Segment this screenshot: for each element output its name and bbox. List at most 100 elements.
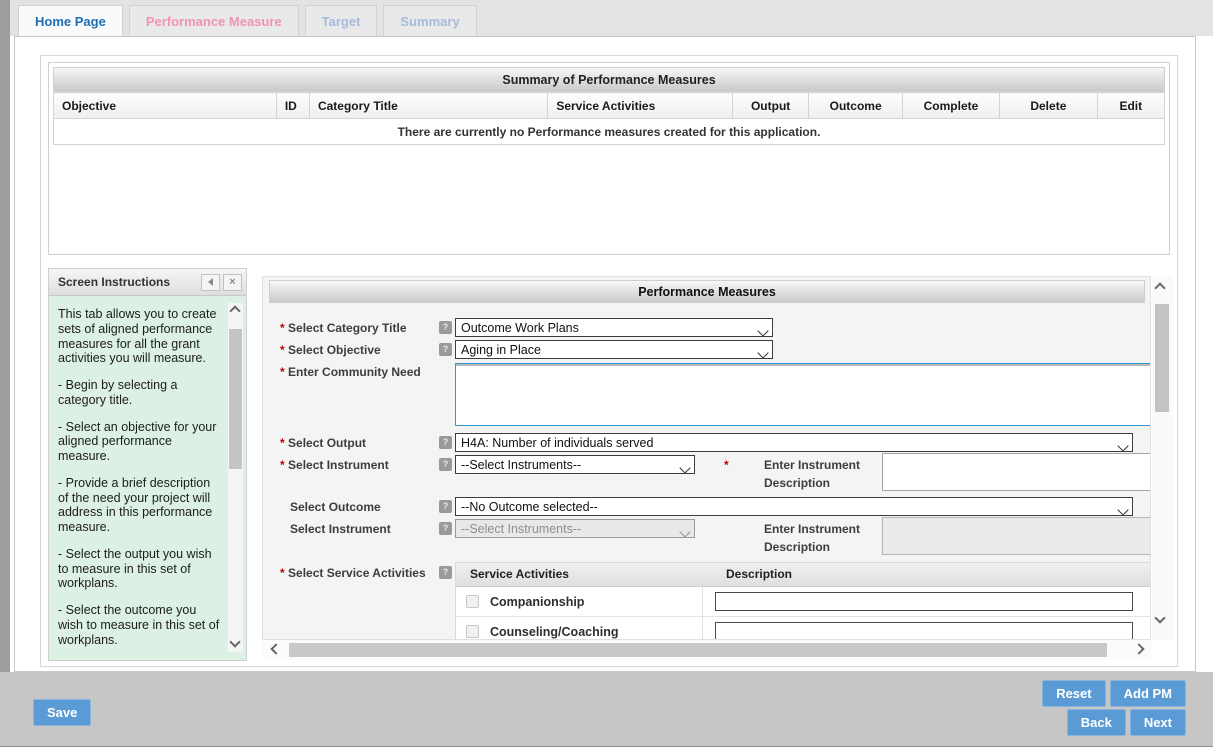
next-button[interactable]: Next (1130, 709, 1186, 736)
instruction-paragraph: - Select the output you wish to measure … (58, 547, 220, 591)
summary-table: Objective ID Category Title Service Acti… (53, 92, 1165, 145)
tab-summary-label: Summary (400, 14, 459, 29)
back-button[interactable]: Back (1067, 709, 1126, 736)
form-vertical-scrollbar[interactable] (1152, 276, 1173, 640)
service-activities-label-text: Select Service Activities (288, 566, 426, 580)
performance-measures-form: Performance Measures * Select Category T… (262, 276, 1151, 640)
tab-performance-measure[interactable]: Performance Measure (129, 5, 299, 36)
collapse-panel-button[interactable] (201, 274, 220, 291)
service-activities-table: Service Activities Description Companion… (455, 562, 1151, 640)
scroll-right-icon[interactable] (1133, 643, 1144, 654)
required-marker: * (724, 458, 729, 472)
instruction-paragraph: - Select an objective for your aligned p… (58, 420, 220, 464)
output-help-icon[interactable]: ? (439, 436, 452, 449)
add-pm-button[interactable]: Add PM (1110, 680, 1186, 707)
outcome-label: Select Outcome (290, 500, 381, 514)
scroll-up-icon[interactable] (1154, 282, 1165, 293)
summary-empty-row: There are currently no Performance measu… (54, 119, 1165, 145)
output-instrument-label: * Select Instrument (280, 458, 389, 472)
screen-instructions-header: Screen Instructions × (49, 269, 246, 296)
instruction-paragraph: - Select the outcome you wish to measure… (58, 603, 220, 647)
screen-instructions-title: Screen Instructions (58, 275, 198, 289)
required-marker: * (280, 321, 285, 335)
save-button[interactable]: Save (33, 699, 91, 726)
footer-button-row-bottom: Back Next (1067, 709, 1186, 736)
outcome-instrument-label: Select Instrument (290, 522, 391, 536)
required-marker: * (280, 458, 285, 472)
counseling-coaching-description-input[interactable] (715, 622, 1133, 640)
objective-select[interactable]: Aging in Place (455, 340, 773, 359)
category-title-select[interactable]: Outcome Work Plans (455, 318, 773, 337)
outcome-instrument-desc-label: Enter Instrument Description (764, 522, 860, 554)
required-marker: * (280, 566, 285, 580)
chevron-down-icon (1119, 503, 1127, 517)
col-complete: Complete (902, 93, 999, 119)
outcome-instrument-select: --Select Instruments-- (455, 519, 695, 538)
category-title-help-icon[interactable]: ? (439, 321, 452, 334)
output-instrument-desc-textarea[interactable] (882, 453, 1151, 491)
column-divider (702, 617, 703, 640)
col-output: Output (732, 93, 809, 119)
service-activities-table-header: Service Activities Description (456, 563, 1151, 587)
objective-value: Aging in Place (461, 343, 541, 357)
inner-content-panel: Summary of Performance Measures Objectiv… (40, 55, 1178, 667)
service-activities-help-icon[interactable]: ? (439, 566, 452, 579)
outcome-instrument-value: --Select Instruments-- (461, 522, 581, 536)
tab-home-page-label: Home Page (35, 14, 106, 29)
outcome-help-icon[interactable]: ? (439, 500, 452, 513)
tab-bar: Home Page Performance Measure Target Sum… (10, 0, 1213, 36)
output-instrument-select[interactable]: --Select Instruments-- (455, 455, 695, 474)
service-activity-row: Counseling/Coaching (456, 617, 1151, 640)
tab-home-page[interactable]: Home Page (18, 5, 123, 36)
col-edit: Edit (1097, 93, 1164, 119)
close-panel-button[interactable]: × (223, 274, 242, 291)
form-horizontal-scrollbar[interactable] (262, 640, 1151, 660)
outcome-instrument-help-icon[interactable]: ? (439, 522, 452, 535)
output-label-text: Select Output (288, 436, 366, 450)
companionship-checkbox[interactable] (466, 595, 479, 608)
companionship-description-input[interactable] (715, 592, 1133, 611)
col-service-activities: Service Activities (548, 93, 732, 119)
tab-target[interactable]: Target (305, 5, 378, 36)
instructions-scrollbar[interactable] (228, 303, 243, 652)
col-id: ID (276, 93, 309, 119)
tab-summary[interactable]: Summary (383, 5, 476, 36)
service-activities-label: * Select Service Activities (280, 566, 426, 580)
sa-col-description: Description (726, 567, 792, 581)
col-category-title: Category Title (309, 93, 547, 119)
reset-button[interactable]: Reset (1042, 680, 1105, 707)
scroll-down-icon[interactable] (1154, 612, 1165, 623)
output-select[interactable]: H4A: Number of individuals served (455, 433, 1133, 452)
footer-bar: Save Reset Add PM Back Next (0, 672, 1213, 746)
outcome-select[interactable]: --No Outcome selected-- (455, 497, 1133, 516)
output-instrument-help-icon[interactable]: ? (439, 458, 452, 471)
community-need-textarea[interactable] (455, 363, 1151, 426)
screen-instructions-panel: Screen Instructions × This tab allows yo… (48, 268, 247, 661)
counseling-coaching-label: Counseling/Coaching (490, 625, 618, 639)
chevron-down-icon (1119, 439, 1127, 453)
desc-label-line2: Description (764, 540, 860, 554)
sa-col-service-activities: Service Activities (470, 567, 569, 581)
companionship-label: Companionship (490, 595, 584, 609)
collapse-arrow-icon (208, 278, 213, 286)
category-title-label-text: Select Category Title (288, 321, 407, 335)
objective-help-icon[interactable]: ? (439, 343, 452, 356)
required-marker: * (280, 365, 285, 379)
tab-performance-measure-label: Performance Measure (146, 14, 282, 29)
counseling-coaching-checkbox[interactable] (466, 625, 479, 638)
scroll-down-icon[interactable] (229, 636, 240, 647)
scroll-left-icon[interactable] (270, 643, 281, 654)
instructions-scrollbar-thumb[interactable] (229, 329, 242, 469)
form-horizontal-scrollbar-thumb[interactable] (289, 643, 1107, 657)
scroll-up-icon[interactable] (229, 305, 240, 316)
objective-label-text: Select Objective (288, 343, 381, 357)
bottom-page-strip (0, 746, 1213, 754)
column-divider (702, 587, 703, 616)
output-value: H4A: Number of individuals served (461, 436, 653, 450)
footer-button-row-top: Reset Add PM (1042, 680, 1186, 707)
form-vertical-scrollbar-thumb[interactable] (1155, 304, 1169, 412)
category-title-label: * Select Category Title (280, 321, 407, 335)
desc-label-line2: Description (764, 476, 860, 490)
community-need-label: * Enter Community Need (280, 365, 421, 379)
col-objective: Objective (54, 93, 277, 119)
